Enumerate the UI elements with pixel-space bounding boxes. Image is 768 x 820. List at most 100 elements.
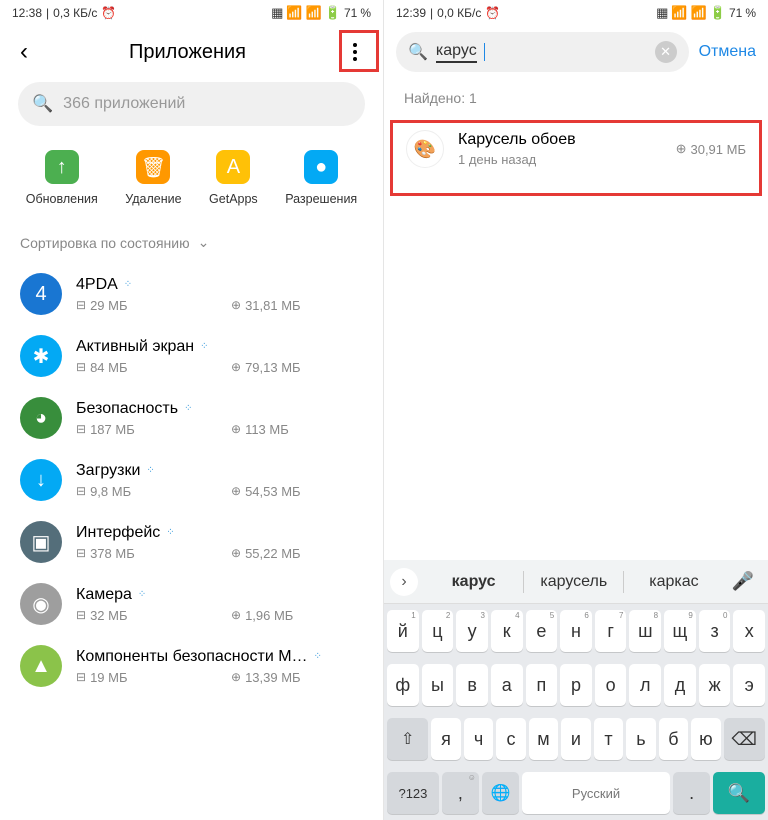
key[interactable]: е5 [526,610,558,652]
app-ram: 378 МБ [90,546,135,561]
key[interactable]: т [594,718,623,760]
app-list-item[interactable]: ◕ Безопасность ⁘ ⊟187 МБ ⊕113 МБ [20,387,363,449]
quick-action[interactable]: ↑Обновления [26,150,98,206]
key[interactable]: я [431,718,460,760]
key[interactable]: з0 [699,610,731,652]
quick-action[interactable]: 🗑Удаление [125,150,181,206]
key-search[interactable]: 🔍 [713,772,765,814]
key-language[interactable]: 🌐 [482,772,519,814]
key[interactable]: г7 [595,610,627,652]
key-backspace[interactable]: ⌫ [724,718,765,760]
key[interactable]: ц2 [422,610,454,652]
key[interactable]: к4 [491,610,523,652]
app-list-item[interactable]: ▣ Интерфейс ⁘ ⊟378 МБ ⊕55,22 МБ [20,511,363,573]
loading-icon: ⁘ [200,341,207,352]
app-storage: 54,53 МБ [245,484,301,499]
app-list-item[interactable]: ▲ Компоненты безопасности M… ⁘ ⊟19 МБ ⊕1… [20,635,363,697]
quick-action-icon: 🗑 [136,150,170,184]
sort-dropdown[interactable]: Сортировка по состоянию ⌄ [0,216,383,263]
search-icon: 🔍 [408,42,428,62]
key[interactable]: р [560,664,592,706]
battery-percent: 71 [344,6,357,20]
storage-icon: ⊕ [231,484,241,498]
key[interactable]: н6 [560,610,592,652]
key[interactable]: ы [422,664,454,706]
app-icon: ↓ [20,459,62,501]
key[interactable]: а [491,664,523,706]
battery-icon: 🔋 [325,5,341,21]
app-name: Безопасность [76,400,178,418]
key[interactable]: ч [464,718,493,760]
app-name: Загрузки [76,462,140,480]
key-period[interactable]: . [673,772,710,814]
key[interactable]: э [733,664,765,706]
key[interactable]: с [496,718,525,760]
key[interactable]: и [561,718,590,760]
clear-search-button[interactable]: ✕ [655,41,677,63]
key[interactable]: у3 [456,610,488,652]
annotation-highlight [339,30,379,72]
page-title: Приложения [36,41,339,64]
key[interactable]: ь [626,718,655,760]
mic-icon[interactable]: 🎤 [724,571,762,592]
storage-icon: ⊕ [231,670,241,684]
suggestion[interactable]: карусель [524,565,623,599]
key[interactable]: д [664,664,696,706]
chip-icon: ⊟ [76,546,86,560]
status-time: 12:39 [396,6,426,20]
key[interactable]: ш8 [629,610,661,652]
key[interactable]: ю [691,718,720,760]
search-result-item[interactable]: 🎨 Карусель обоев 1 день назад ⊕ 30,91 МБ [396,116,756,182]
key[interactable]: м [529,718,558,760]
key[interactable]: х [733,610,765,652]
app-list-item[interactable]: 4 4PDA ⁘ ⊟29 МБ ⊕31,81 МБ [20,263,363,325]
quick-action[interactable]: ●Разрешения [285,150,357,206]
key-numbers[interactable]: ?123 [387,772,439,814]
storage-icon: ⊕ [231,546,241,560]
key-comma[interactable]: ,☺ [442,772,479,814]
loading-icon: ⁘ [184,403,191,414]
cancel-button[interactable]: Отмена [699,43,756,61]
app-icon: ▲ [20,645,62,687]
key[interactable]: ф [387,664,419,706]
key-space[interactable]: Русский [522,772,670,814]
expand-suggestions-button[interactable]: › [390,568,418,596]
sim-icon: ▦ [271,5,283,21]
app-icon: 4 [20,273,62,315]
chip-icon: ⊟ [76,298,86,312]
back-button[interactable]: ‹ [12,38,36,66]
key[interactable]: в [456,664,488,706]
chip-icon: ⊟ [76,608,86,622]
quick-action-label: Обновления [26,192,98,206]
key[interactable]: о [595,664,627,706]
app-storage: 1,96 МБ [245,608,293,623]
status-bar: 12:39 | 0,0 КБ/с ⏰ ▦ 📶 📶 🔋 71 % [384,0,768,26]
storage-icon: ⊕ [231,422,241,436]
search-input[interactable]: 🔍 карус ✕ [396,32,689,72]
signal-icon: 📶 [286,5,302,21]
key[interactable]: л [629,664,661,706]
key[interactable]: щ9 [664,610,696,652]
app-list-item[interactable]: ✱ Активный экран ⁘ ⊟84 МБ ⊕79,13 МБ [20,325,363,387]
app-list-item[interactable]: ◉ Камера ⁘ ⊟32 МБ ⊕1,96 МБ [20,573,363,635]
suggestion[interactable]: карус [424,565,523,599]
app-name: Интерфейс [76,524,160,542]
key[interactable]: ж [699,664,731,706]
key[interactable]: б [659,718,688,760]
quick-action-icon: ● [304,150,338,184]
loading-icon: ⁘ [146,465,153,476]
key-shift[interactable]: ⇧ [387,718,428,760]
search-value: карус [436,42,477,63]
quick-action[interactable]: AGetApps [209,150,258,206]
suggestion[interactable]: каркас [624,565,723,599]
app-icon: ✱ [20,335,62,377]
chip-icon: ⊟ [76,422,86,436]
key[interactable]: п [526,664,558,706]
app-list-item[interactable]: ↓ Загрузки ⁘ ⊟9,8 МБ ⊕54,53 МБ [20,449,363,511]
search-bar[interactable]: 🔍 366 приложений [18,82,365,126]
chevron-down-icon: ⌄ [198,234,210,251]
key[interactable]: й1 [387,610,419,652]
app-icon: 🎨 [406,130,444,168]
storage-icon: ⊕ [231,608,241,622]
results-count: Найдено: 1 [384,78,768,116]
